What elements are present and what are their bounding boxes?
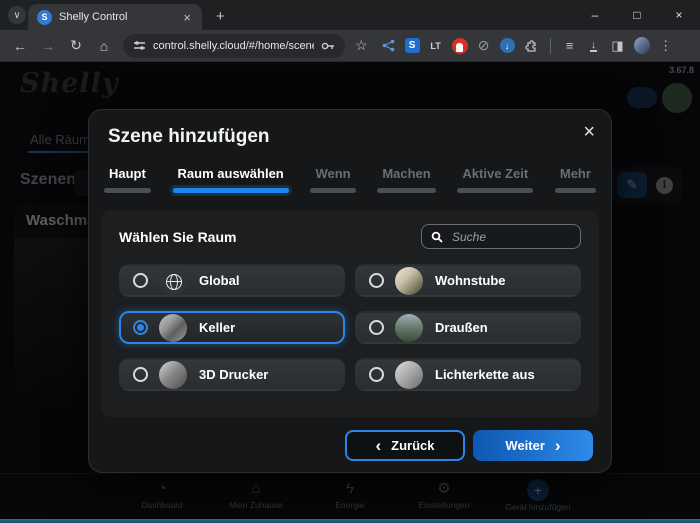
modal-tab-label: Wenn <box>310 166 355 181</box>
room-option[interactable]: Draußen <box>355 311 581 344</box>
room-option[interactable]: Keller <box>119 311 345 344</box>
site-settings-icon[interactable] <box>133 39 146 52</box>
room-avatar <box>395 361 423 389</box>
radio-button[interactable] <box>369 273 384 288</box>
modal-tab[interactable]: Mehr <box>555 166 596 193</box>
reload-button[interactable]: ↻ <box>64 34 88 58</box>
adblock-icon[interactable] <box>452 38 468 54</box>
share-icon[interactable] <box>381 38 397 54</box>
shelly-app-page: Shelly 3.67.8 Alle Räume Szenen ✎ i Wasc… <box>0 63 700 523</box>
radio-button[interactable] <box>369 320 384 335</box>
radio-button[interactable] <box>133 367 148 382</box>
back-button-modal[interactable]: ‹ Zurück <box>345 430 465 461</box>
downloader-extension-icon[interactable]: ↓ <box>500 38 515 53</box>
extensions-row: S LT ⊘ ↓ ≡ ↓ ◨ ⋮ <box>381 38 674 54</box>
bookmark-star-icon[interactable]: ☆ <box>352 37 371 54</box>
modal-tabs: Haupt Raum auswählen Wenn Machen <box>89 166 611 193</box>
languagetool-icon[interactable]: LT <box>428 38 444 54</box>
tab-search-button[interactable]: ∨ <box>8 6 26 24</box>
back-button[interactable]: ← <box>8 34 32 58</box>
minimize-button[interactable]: – <box>574 8 616 22</box>
address-bar[interactable]: control.shelly.cloud/#/home/scene… <box>123 34 345 58</box>
extensions-puzzle-icon[interactable] <box>523 38 539 54</box>
browser-titlebar: ∨ S Shelly Control × + – □ × <box>0 0 700 30</box>
url-text: control.shelly.cloud/#/home/scene… <box>153 40 314 52</box>
chrome-menu-icon[interactable]: ⋮ <box>658 38 674 54</box>
add-scene-modal: Szene hinzufügen × Haupt Raum auswählen … <box>88 109 612 473</box>
maximize-button[interactable]: □ <box>616 8 658 22</box>
room-option[interactable]: Global <box>119 264 345 297</box>
panel-title: Wählen Sie Raum <box>119 229 236 245</box>
toolbar-divider <box>550 38 551 54</box>
tab-title: Shelly Control <box>59 11 181 23</box>
tab-list-icon[interactable]: ≡ <box>562 38 578 54</box>
radio-button[interactable] <box>133 320 148 335</box>
radio-button[interactable] <box>133 273 148 288</box>
chevron-right-icon: › <box>555 437 561 454</box>
room-label: 3D Drucker <box>199 367 268 382</box>
room-label: Global <box>199 273 239 288</box>
side-panel-icon[interactable]: ◨ <box>610 38 626 54</box>
window-bottom-edge <box>0 519 700 523</box>
extension-s-icon[interactable]: S <box>405 38 420 53</box>
room-avatar <box>159 267 187 295</box>
modal-tab-bar <box>555 188 596 193</box>
room-label: Draußen <box>435 320 488 335</box>
profile-avatar[interactable] <box>634 38 650 54</box>
modal-title: Szene hinzufügen <box>108 126 270 148</box>
modal-tab-label: Machen <box>377 166 435 181</box>
modal-tab[interactable]: Raum auswählen <box>173 166 289 193</box>
room-label: Lichterkette aus <box>435 367 535 382</box>
room-avatar <box>395 314 423 342</box>
radio-button[interactable] <box>369 367 384 382</box>
modal-tab-bar <box>377 188 435 193</box>
modal-tab-bar <box>104 188 151 193</box>
modal-footer: ‹ Zurück Weiter › <box>345 430 593 461</box>
room-label: Wohnstube <box>435 273 506 288</box>
window-controls: – □ × <box>574 0 700 30</box>
search-box[interactable] <box>421 224 581 249</box>
modal-tab-bar <box>310 188 355 193</box>
next-button-modal[interactable]: Weiter › <box>473 430 593 461</box>
room-label: Keller <box>199 320 235 335</box>
modal-tab-label: Mehr <box>555 166 596 181</box>
modal-tab-bar <box>173 188 289 193</box>
modal-tab-label: Raum auswählen <box>173 166 289 181</box>
new-tab-button[interactable]: + <box>210 4 231 30</box>
room-avatar <box>159 361 187 389</box>
modal-tab[interactable]: Haupt <box>104 166 151 193</box>
room-avatar <box>159 314 187 342</box>
next-label: Weiter <box>505 438 545 453</box>
room-select-panel: Wählen Sie Raum Global <box>101 210 599 417</box>
modal-tab[interactable]: Wenn <box>310 166 355 193</box>
modal-tab[interactable]: Aktive Zeit <box>457 166 533 193</box>
home-button[interactable]: ⌂ <box>92 34 116 58</box>
chevron-left-icon: ‹ <box>375 437 381 454</box>
close-window-button[interactable]: × <box>658 8 700 22</box>
tab-close-icon[interactable]: × <box>181 10 193 25</box>
modal-tab[interactable]: Machen <box>377 166 435 193</box>
password-key-icon[interactable] <box>321 41 335 51</box>
chevron-down-icon: ∨ <box>13 10 20 21</box>
search-input[interactable] <box>450 229 571 245</box>
modal-close-icon[interactable]: × <box>583 122 595 142</box>
browser-tab[interactable]: S Shelly Control × <box>28 4 202 30</box>
room-grid: Global Wohnstube Keller <box>119 264 581 391</box>
downloads-icon[interactable]: ↓ <box>590 40 598 52</box>
back-label: Zurück <box>391 438 434 453</box>
blocker-icon[interactable]: ⊘ <box>476 38 492 54</box>
modal-tab-bar <box>457 188 533 193</box>
shelly-favicon-icon: S <box>37 10 52 25</box>
search-icon <box>431 231 443 243</box>
forward-button[interactable]: → <box>36 34 60 58</box>
room-avatar <box>395 267 423 295</box>
browser-toolbar: ← → ↻ ⌂ control.shelly.cloud/#/home/scen… <box>0 30 700 62</box>
modal-tab-label: Aktive Zeit <box>457 166 533 181</box>
room-option[interactable]: Lichterkette aus <box>355 358 581 391</box>
room-option[interactable]: Wohnstube <box>355 264 581 297</box>
modal-tab-label: Haupt <box>104 166 151 181</box>
room-option[interactable]: 3D Drucker <box>119 358 345 391</box>
